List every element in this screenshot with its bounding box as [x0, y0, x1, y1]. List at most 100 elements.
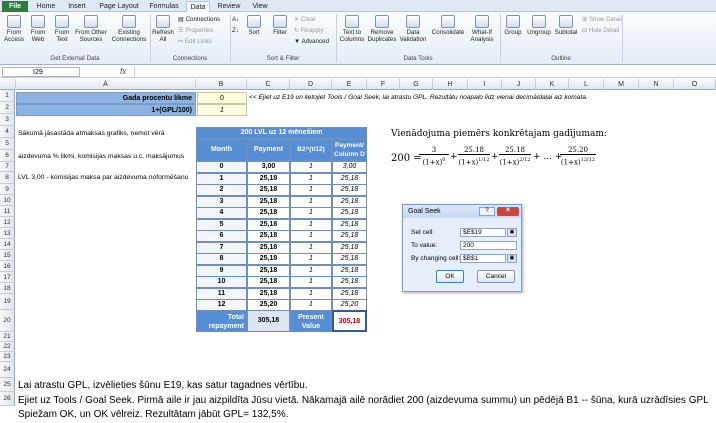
column-header-f[interactable]: F [367, 79, 400, 90]
table-cell-payment[interactable]: 25,18 [247, 287, 290, 300]
column-header-n[interactable]: N [639, 79, 674, 90]
table-cell-discounted-payment[interactable]: 25,18 [332, 195, 367, 208]
range-picker-icon[interactable]: ▣ [507, 228, 517, 237]
table-cell-discount-factor[interactable]: 1 [290, 161, 332, 173]
hide-detail-button[interactable]: ⊟ Hide Detail [582, 27, 619, 34]
sort-za-icon[interactable]: Z↓ [232, 27, 239, 34]
header-payment-column-d[interactable]: Payment/ Column D [332, 139, 367, 161]
sort-az-icon[interactable]: A↓ [232, 16, 239, 23]
row-header[interactable]: 1 [0, 90, 15, 102]
table-cell-discounted-payment[interactable]: 25,18 [332, 207, 367, 219]
table-cell-payment[interactable]: 25,18 [247, 218, 290, 231]
column-header-l[interactable]: L [569, 79, 604, 90]
table-cell-month[interactable]: 11 [196, 287, 247, 300]
text-to-columns-button[interactable]: Text to Columns [338, 15, 366, 43]
row-header[interactable]: 10 [0, 195, 15, 206]
group-button[interactable]: Group [502, 15, 524, 36]
row-header[interactable]: 12 [0, 217, 15, 228]
column-header-d[interactable]: D [290, 79, 332, 90]
row-header[interactable]: 4 [0, 126, 15, 138]
table-cell-discount-factor[interactable]: 1 [290, 195, 332, 208]
cell-a5[interactable]: aizdevuma % likmi, komisijas maksas u.c.… [18, 153, 184, 160]
remove-duplicates-button[interactable]: Remove Duplicates [366, 15, 398, 43]
table-cell-payment[interactable]: 25,18 [247, 172, 290, 185]
table-cell-payment[interactable]: 25,18 [247, 264, 290, 277]
connections-button[interactable]: ▤ Connections [178, 16, 220, 23]
row-header[interactable]: 20 [0, 310, 15, 332]
tab-data[interactable]: Data [186, 1, 210, 12]
table-cell-discount-factor[interactable]: 1 [290, 253, 332, 265]
cell-a4[interactable]: Sākumā jāsastāda atmaksas grafiks, ņemot… [18, 130, 165, 137]
consolidate-button[interactable]: Consolidate [430, 15, 466, 36]
column-header-o[interactable]: O [674, 79, 716, 90]
table-cell-month[interactable]: 3 [196, 195, 247, 208]
table-cell-payment[interactable]: 25,18 [247, 195, 290, 208]
table-cell-payment[interactable]: 25,18 [247, 230, 290, 242]
row-header[interactable]: 26 [0, 392, 15, 406]
table-cell-month[interactable]: 6 [196, 230, 247, 242]
row-header[interactable]: 3 [0, 114, 15, 126]
table-cell-discounted-payment[interactable]: 25,18 [332, 241, 367, 254]
column-header-k[interactable]: K [536, 79, 569, 90]
reapply-button[interactable]: ↻ Reapply [294, 27, 324, 34]
row-header[interactable]: 7 [0, 162, 15, 172]
column-header-i[interactable]: I [468, 79, 502, 90]
column-header-c[interactable]: C [247, 79, 290, 90]
row-header[interactable]: 14 [0, 239, 15, 250]
table-cell-payment[interactable]: 3,00 [247, 161, 290, 173]
formula-input[interactable] [134, 67, 714, 77]
cell-b1[interactable]: 0 [197, 92, 247, 104]
sort-button[interactable]: Sort [244, 15, 264, 36]
table-cell-discount-factor[interactable]: 1 [290, 276, 332, 288]
table-cell-discounted-payment[interactable]: 25,18 [332, 172, 367, 185]
table-cell-discount-factor[interactable]: 1 [290, 172, 332, 185]
range-picker-icon[interactable]: ▣ [507, 254, 517, 263]
present-value-cell[interactable]: 305,18 [332, 310, 367, 332]
table-cell-discounted-payment[interactable]: 25,18 [332, 264, 367, 277]
table-cell-month[interactable]: 7 [196, 241, 247, 254]
header-month[interactable]: Month [196, 139, 247, 161]
column-header-b[interactable]: B [196, 79, 247, 90]
table-cell-month[interactable]: 1 [196, 172, 247, 185]
row-header[interactable]: 25 [0, 378, 15, 392]
total-repayment-value[interactable]: 305,18 [247, 310, 290, 332]
show-detail-button[interactable]: ⊞ Show Detail [582, 16, 622, 23]
cell-a7[interactable]: LVL 3,00 - komisijas maksa par aizdevuma… [18, 174, 188, 181]
set-cell-input[interactable]: $E$19 [460, 228, 506, 237]
tab-home[interactable]: Home [32, 1, 60, 12]
tab-formulas[interactable]: Formulas [146, 1, 182, 12]
close-icon[interactable]: ✕ [497, 207, 519, 216]
table-cell-month[interactable]: 5 [196, 218, 247, 231]
table-cell-payment[interactable]: 25,18 [247, 207, 290, 219]
table-cell-payment[interactable]: 25,18 [247, 241, 290, 254]
from-other-sources-button[interactable]: From Other Sources [74, 15, 108, 43]
table-cell-discount-factor[interactable]: 1 [290, 241, 332, 254]
row-header[interactable]: 23 [0, 352, 15, 362]
table-cell-discount-factor[interactable]: 1 [290, 218, 332, 231]
table-cell-month[interactable]: 0 [196, 161, 247, 173]
tab-review[interactable]: Review [214, 1, 244, 12]
column-header-e[interactable]: E [332, 79, 367, 90]
tab-insert[interactable]: Insert [62, 1, 92, 12]
row-header[interactable]: 11 [0, 206, 15, 217]
row-header[interactable]: 17 [0, 272, 15, 283]
row-header[interactable]: 5 [0, 138, 15, 150]
tab-file[interactable]: File [2, 1, 28, 12]
row-header[interactable]: 2 [0, 102, 15, 114]
row-header[interactable]: 19 [0, 294, 15, 310]
cell-c1-note[interactable]: << Ejiet uz E19 un lietojiet Tools / Goa… [249, 94, 588, 101]
column-header-g[interactable]: G [400, 79, 433, 90]
row-header[interactable]: 8 [0, 172, 15, 184]
ok-button[interactable]: OK [436, 270, 464, 283]
table-cell-discounted-payment[interactable]: 3,00 [332, 161, 367, 173]
header-discount[interactable]: B2^(t/12) [290, 139, 332, 161]
table-cell-discounted-payment[interactable]: 25,18 [332, 184, 367, 196]
help-button[interactable]: ? [479, 207, 495, 216]
advanced-button[interactable]: ▼ Advanced [294, 38, 329, 45]
row-header[interactable]: 13 [0, 228, 15, 239]
tab-view[interactable]: View [248, 1, 272, 12]
clear-button[interactable]: ✕ Clear [294, 16, 316, 23]
table-cell-discount-factor[interactable]: 1 [290, 287, 332, 300]
row-header[interactable]: 24 [0, 362, 15, 378]
ungroup-button[interactable]: Ungroup [525, 15, 553, 36]
